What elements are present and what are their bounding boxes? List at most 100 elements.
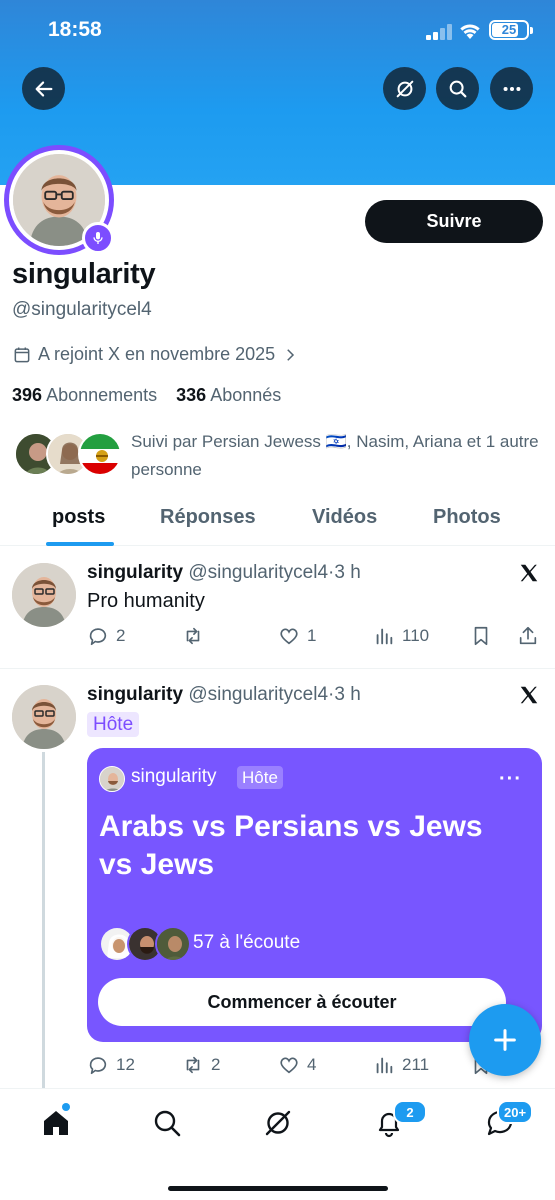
post-time: 3 h	[334, 562, 361, 583]
search-icon	[154, 1110, 181, 1137]
nav-home[interactable]	[40, 1107, 72, 1139]
follower-avatar	[78, 432, 122, 476]
status-bar: 18:58 25	[0, 18, 555, 44]
repost-icon	[186, 1056, 200, 1074]
search-button[interactable]	[436, 67, 479, 110]
listener-avatar	[155, 926, 191, 962]
more-button[interactable]	[490, 67, 533, 110]
followed-by-avatars[interactable]	[14, 432, 124, 478]
home-icon	[44, 1111, 68, 1135]
post-author-avatar[interactable]	[12, 685, 76, 749]
wifi-icon	[460, 24, 480, 39]
home-indicator	[168, 1186, 388, 1191]
compose-button[interactable]	[469, 1004, 541, 1076]
repost-button[interactable]	[182, 625, 211, 647]
bookmark-button[interactable]	[470, 625, 492, 647]
post-author-name[interactable]: singularity	[87, 684, 183, 705]
tab-photos[interactable]: Photos	[433, 506, 501, 529]
views-icon	[376, 1057, 393, 1074]
arrow-left-icon	[35, 80, 52, 97]
following-label: Abonnements	[46, 385, 158, 405]
reply-count: 12	[116, 1055, 135, 1074]
followers-label: Abonnés	[210, 385, 282, 405]
reply-count: 2	[116, 626, 126, 645]
home-unread-dot	[62, 1103, 70, 1111]
signal-icon	[426, 24, 452, 40]
post-author-handle: @singularitycel4	[188, 562, 329, 583]
joined-text: A rejoint X en novembre 2025	[38, 344, 276, 364]
search-icon	[449, 80, 466, 97]
tab-videos[interactable]: Vidéos	[312, 506, 377, 529]
repost-button[interactable]: 2	[182, 1054, 220, 1076]
views-count: 110	[402, 626, 430, 645]
chevron-right-icon	[287, 348, 295, 361]
heart-icon	[280, 1057, 298, 1074]
bottom-navigation: 2 20+	[0, 1088, 555, 1200]
share-icon	[519, 626, 537, 645]
post-text: Pro humanity	[87, 590, 205, 612]
notifications-badge: 2	[393, 1100, 427, 1124]
like-button[interactable]: 4	[278, 1054, 316, 1076]
battery-level: 25	[501, 22, 517, 37]
followers-count: 336	[176, 385, 207, 405]
back-button[interactable]	[22, 67, 65, 110]
like-count: 4	[307, 1055, 317, 1074]
x-logo-icon	[520, 686, 538, 704]
joined-date[interactable]: A rejoint X en novembre 2025	[12, 344, 299, 365]
profile-name: singularity	[12, 258, 156, 290]
following-link[interactable]: 396 Abonnements	[12, 385, 157, 405]
calendar-icon	[14, 347, 30, 362]
profile-tabs: posts Réponses Vidéos Photos	[0, 496, 555, 546]
views-button[interactable]: 110	[373, 625, 429, 647]
grok-button[interactable]	[383, 67, 426, 110]
space-listener-avatars	[99, 926, 199, 964]
post-author-handle: @singularitycel4	[188, 684, 329, 705]
nav-grok[interactable]	[262, 1107, 294, 1139]
status-time: 18:58	[48, 18, 102, 41]
microphone-icon	[93, 232, 103, 244]
active-tab-indicator	[46, 542, 114, 546]
repost-count: 2	[211, 1055, 221, 1074]
reply-button[interactable]: 2	[87, 625, 125, 647]
reply-button[interactable]: 12	[87, 1054, 135, 1076]
views-count: 211	[402, 1055, 430, 1074]
post-divider	[0, 668, 555, 669]
repost-icon	[186, 627, 200, 645]
space-more-button[interactable]: ···	[499, 768, 522, 791]
post-time: 3 h	[334, 684, 361, 705]
heart-icon	[280, 628, 298, 645]
views-button[interactable]: 211	[373, 1054, 429, 1076]
tab-replies[interactable]: Réponses	[160, 506, 256, 529]
space-listener-count: 57 à l'écoute	[193, 932, 301, 953]
grok-icon	[396, 80, 413, 97]
space-card[interactable]: singularity Hôte ··· Arabs vs Persians v…	[87, 748, 542, 1042]
tab-posts[interactable]: posts	[52, 506, 105, 529]
thread-line	[42, 752, 45, 1092]
share-button[interactable]	[517, 625, 539, 647]
space-host-name: singularity	[131, 766, 217, 787]
followed-by-text[interactable]: Suivi par Persian Jewess 🇮🇱, Nasim, Aria…	[131, 428, 541, 484]
host-badge: Hôte	[87, 712, 140, 737]
space-host-badge: Hôte	[237, 766, 283, 789]
post-header: singularity @singularitycel4·3 h	[87, 562, 361, 584]
post-author-avatar[interactable]	[12, 563, 76, 627]
following-count: 396	[12, 385, 43, 405]
space-title: Arabs vs Persians vs Jews vs Jews	[99, 810, 483, 881]
like-count: 1	[307, 626, 317, 645]
reply-icon	[89, 1057, 107, 1075]
x-logo-icon	[520, 564, 538, 582]
post-author-name[interactable]: singularity	[87, 562, 183, 583]
more-horizontal-icon	[503, 86, 520, 91]
nav-search[interactable]	[151, 1107, 183, 1139]
profile-handle: @singularitycel4	[12, 299, 152, 320]
views-icon	[376, 628, 393, 645]
plus-icon	[494, 1029, 516, 1051]
bookmark-icon	[474, 626, 488, 646]
messages-badge: 20+	[497, 1100, 534, 1124]
start-listening-button[interactable]: Commencer à écouter	[98, 978, 506, 1026]
reply-icon	[89, 628, 107, 646]
like-button[interactable]: 1	[278, 625, 316, 647]
followers-link[interactable]: 336 Abonnés	[176, 385, 281, 405]
grok-icon	[265, 1110, 291, 1136]
follow-button[interactable]: Suivre	[365, 200, 543, 243]
